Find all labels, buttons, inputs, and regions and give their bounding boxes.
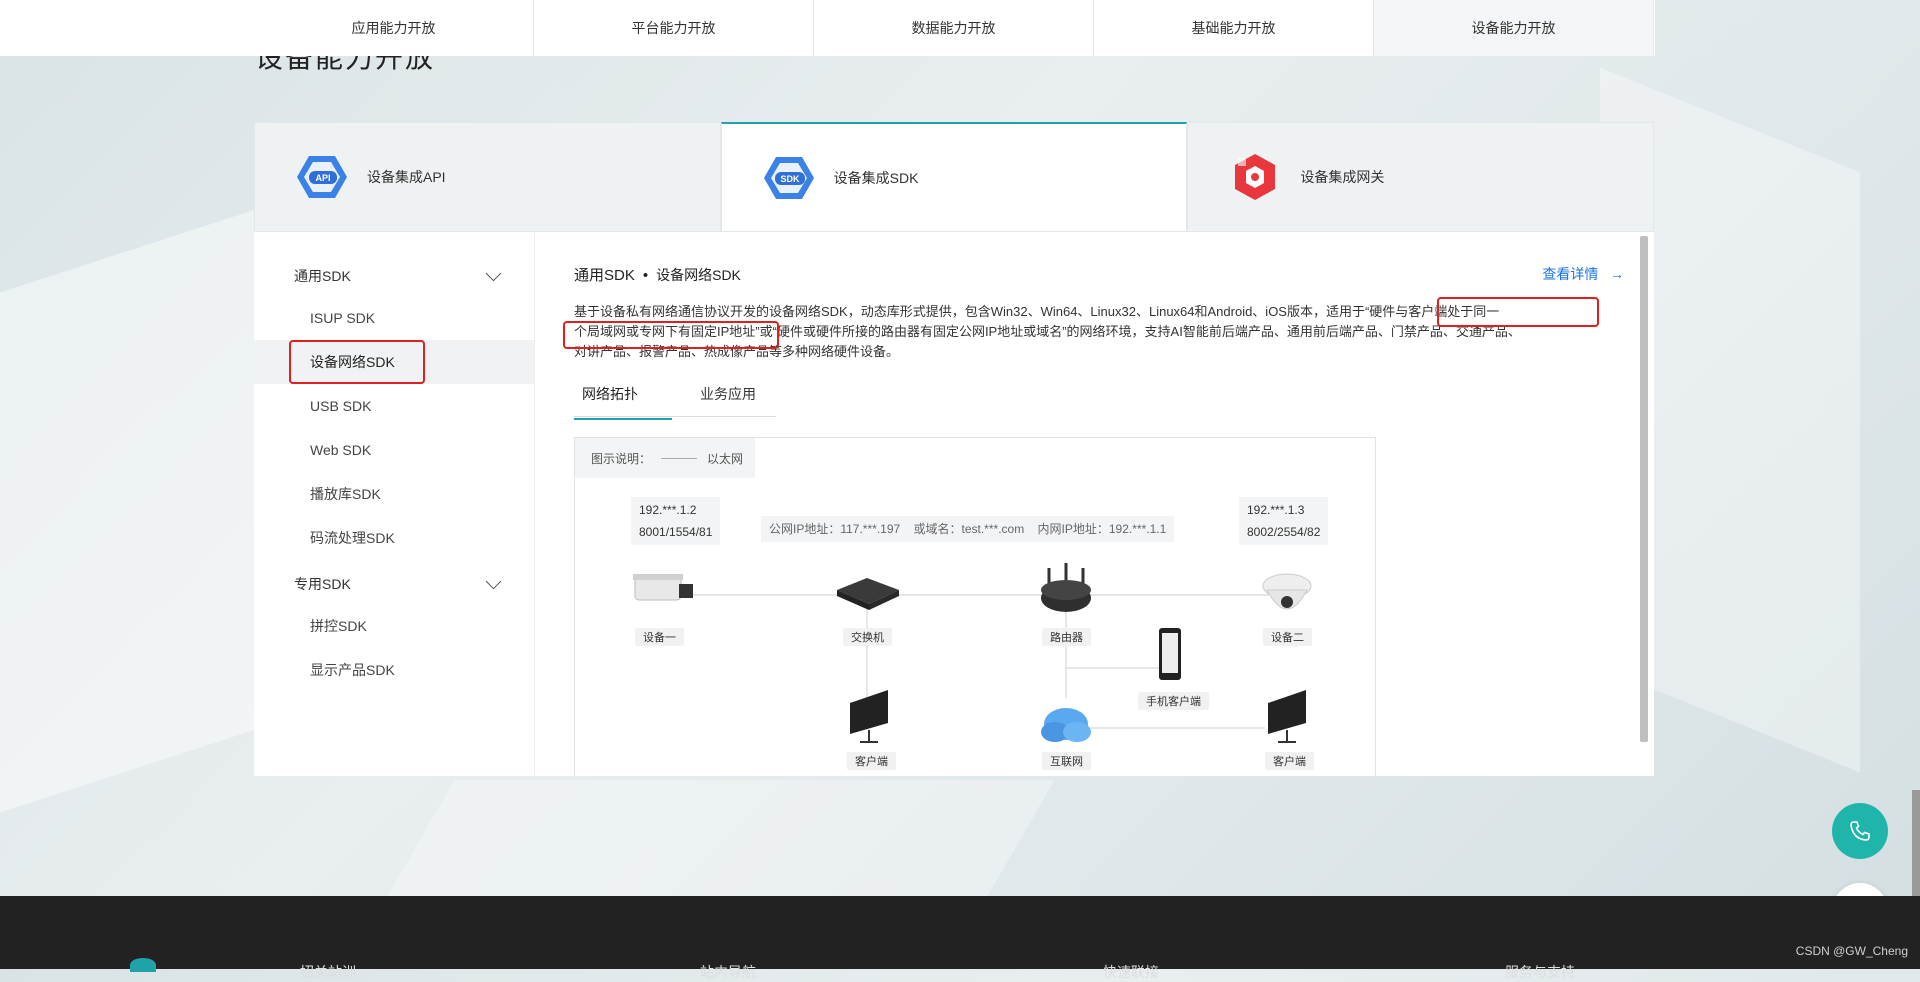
sidebar-item-stream[interactable]: 码流处理SDK [254,516,534,560]
sdk-sidebar: 通用SDK ISUP SDK 设备网络SDK USB SDK Web SDK 播… [254,232,535,776]
description-line: 对讲产品、报警产品、热成像产品等多种网络硬件设备。 [574,344,900,359]
node-label-client2: 客户端 [1265,752,1314,770]
product-tab-label: 设备集成API [367,169,446,185]
sdk-icon: SDK [762,151,816,205]
mobile-phone-icon [1159,628,1181,680]
watermark: CSDN @GW_Cheng [1795,944,1908,958]
node-label-mobile: 手机客户端 [1138,692,1209,710]
description-line: 基于设备私有网络通信协议开发的设备网络SDK，动态库形式提供，包含Win32、W… [574,304,1500,319]
sidebar-item-splicing[interactable]: 拼控SDK [254,604,534,648]
product-tab-gateway[interactable]: 设备集成网关 [1187,122,1655,232]
sub-tabs: 网络拓扑 业务应用 [574,384,784,420]
contact-phone-button[interactable] [1832,803,1888,859]
footer-column: 服务与支持 [1505,964,1575,980]
product-tab-sdk[interactable]: SDK 设备集成SDK [720,122,1188,232]
footer-logo-icon [130,958,156,972]
nav-item-platform[interactable]: 平台能力开放 [534,0,814,56]
page-scrollbar[interactable] [1912,790,1920,900]
footer: 招关站训 站内导航 快速联接 服务与支持 [0,896,1920,980]
sidebar-item-web[interactable]: Web SDK [254,428,534,472]
description-line: 个局域网或专网下有固定IP地址”或“硬件或硬件所接的路由器有固定公网IP地址或域… [574,324,1521,339]
topology-lines [633,563,1312,743]
api-icon: API [295,150,349,204]
network-topology-diagram: 图示说明： 以太网 192.***.1.2 8001/1554/81 192.*… [574,437,1376,776]
sidebar-item-usb[interactable]: USB SDK [254,384,534,428]
node-label-device1: 设备一 [635,628,684,646]
monitor-icon [850,690,888,743]
sidebar-item-display[interactable]: 显示产品SDK [254,648,534,692]
breadcrumb: 通用SDK • 设备网络SDK [574,264,741,285]
sidebar-item-playback[interactable]: 播放库SDK [254,472,534,516]
product-tabs: API 设备集成API SDK 设备集成SDK 设备集成网关 [254,122,1655,232]
sdk-description: 基于设备私有网络通信协议开发的设备网络SDK，动态库形式提供，包含Win32、W… [574,302,1604,362]
chevron-down-icon [485,573,502,589]
panel-scrollbar[interactable] [1640,236,1648,742]
node-label-internet: 互联网 [1042,752,1091,770]
breadcrumb-current: 设备网络SDK [656,267,741,283]
tab-network-topology[interactable]: 网络拓扑 [574,384,672,420]
sub-tabs-divider [574,416,776,417]
switch-icon [837,578,899,610]
tab-business-application[interactable]: 业务应用 [692,384,764,420]
view-details-label: 查看详情 [1542,266,1599,282]
footer-column: 招关站训 [300,964,356,980]
svg-text:API: API [315,173,330,183]
breadcrumb-separator: • [642,267,649,284]
nav-item-device[interactable]: 设备能力开放 [1374,0,1654,56]
nav-item-app[interactable]: 应用能力开放 [254,0,534,56]
gateway-icon [1228,150,1282,204]
sidebar-group-general[interactable]: 通用SDK [294,265,502,286]
dome-camera-icon [1262,573,1312,610]
phone-icon [1850,821,1870,841]
sidebar-group-special[interactable]: 专用SDK [294,573,502,594]
arrow-right-icon: → [1602,266,1624,282]
node-label-router: 路由器 [1042,628,1091,646]
node-label-client1: 客户端 [847,752,896,770]
nav-item-basic[interactable]: 基础能力开放 [1094,0,1374,56]
background-shape [385,780,1055,900]
footer-column: 快速联接 [1103,964,1159,980]
nav-item-data[interactable]: 数据能力开放 [814,0,1094,56]
camera-icon [633,574,693,601]
sidebar-item-network-sdk[interactable]: 设备网络SDK [254,340,534,384]
product-tab-label: 设备集成SDK [833,169,919,186]
cloud-icon [1041,708,1091,742]
sdk-panel: 通用SDK ISUP SDK 设备网络SDK USB SDK Web SDK 播… [254,232,1654,776]
top-nav: 应用能力开放 平台能力开放 数据能力开放 基础能力开放 设备能力开放 [0,0,1655,56]
product-tab-api[interactable]: API 设备集成API [254,122,721,232]
node-label-switch: 交换机 [843,628,892,646]
sidebar-item-isup[interactable]: ISUP SDK [254,296,534,340]
view-details-link[interactable]: 查看详情 → [1542,264,1624,284]
node-label-device2: 设备二 [1263,628,1312,646]
breadcrumb-parent[interactable]: 通用SDK [574,267,635,284]
product-tab-label: 设备集成网关 [1300,169,1385,185]
background-shape [0,208,260,832]
sidebar-group-label: 专用SDK [294,576,351,592]
footer-column: 站内导航 [700,964,756,980]
chevron-down-icon [485,265,502,281]
monitor-icon [1268,690,1306,743]
router-icon [1041,563,1091,612]
svg-text:SDK: SDK [780,174,800,184]
sidebar-group-label: 通用SDK [294,268,351,284]
